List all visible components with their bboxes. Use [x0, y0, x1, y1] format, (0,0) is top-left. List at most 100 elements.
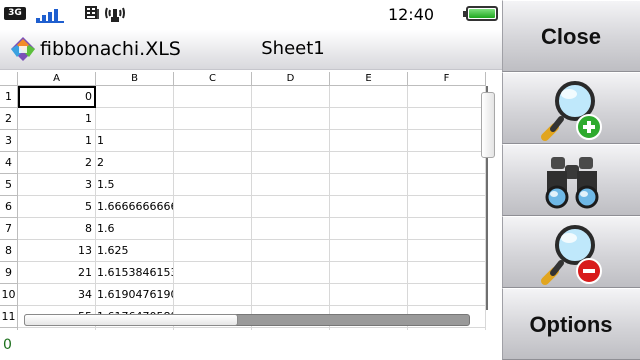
cell-a4[interactable]: 2 [18, 152, 96, 174]
spreadsheet-app-icon [10, 36, 36, 62]
spreadsheet-grid[interactable]: A B C D E F 1 0 2 1 3 1 1 4 2 2 5 3 1.5 6 5 1.666666666… [0, 72, 502, 330]
cell-d7[interactable] [252, 218, 330, 240]
cell-e3[interactable] [330, 130, 408, 152]
zoom-out-icon [541, 225, 602, 285]
cell-b7[interactable]: 1.6 [96, 218, 174, 240]
column-header-c[interactable]: C [174, 72, 252, 86]
cell-d4[interactable] [252, 152, 330, 174]
cell-c9[interactable] [174, 262, 252, 284]
horizontal-scrollbar-thumb[interactable] [24, 314, 238, 326]
sheet-name[interactable]: Sheet1 [252, 36, 334, 62]
cell-f1[interactable] [408, 86, 486, 108]
cell-f6[interactable] [408, 196, 486, 218]
cell-e4[interactable] [330, 152, 408, 174]
cell-e9[interactable] [330, 262, 408, 284]
cell-value-field[interactable]: 0 [3, 334, 43, 356]
column-header-d[interactable]: D [252, 72, 330, 86]
cell-b1[interactable] [96, 86, 174, 108]
cell-a5[interactable]: 3 [18, 174, 96, 196]
cell-a2[interactable]: 1 [18, 108, 96, 130]
column-header-b[interactable]: B [96, 72, 174, 86]
options-button-label: Options [529, 312, 613, 337]
cell-f2[interactable] [408, 108, 486, 130]
cell-b9[interactable]: 1.6153846153 [96, 262, 174, 284]
cell-e6[interactable] [330, 196, 408, 218]
row-header-1[interactable]: 1 [0, 86, 18, 108]
cell-e1[interactable] [330, 86, 408, 108]
row-header-10[interactable]: 10 [0, 284, 18, 306]
cell-c1[interactable] [174, 86, 252, 108]
cell-a7[interactable]: 8 [18, 218, 96, 240]
cell-a10[interactable]: 34 [18, 284, 96, 306]
column-header-f[interactable]: F [408, 72, 486, 86]
cell-a1[interactable]: 0 [18, 86, 96, 108]
cell-f5[interactable] [408, 174, 486, 196]
cell-c3[interactable] [174, 130, 252, 152]
zoom-out-button[interactable] [502, 216, 640, 288]
cell-d8[interactable] [252, 240, 330, 262]
row-header-6[interactable]: 6 [0, 196, 18, 218]
cell-d9[interactable] [252, 262, 330, 284]
cell-edit-bar[interactable]: 0 [0, 330, 502, 360]
cell-f4[interactable] [408, 152, 486, 174]
screen: { "status_bar": { "network_type": "3G", … [0, 0, 640, 360]
cell-a9[interactable]: 21 [18, 262, 96, 284]
cell-b8[interactable]: 1.625 [96, 240, 174, 262]
cell-d6[interactable] [252, 196, 330, 218]
row-header-8[interactable]: 8 [0, 240, 18, 262]
cell-e8[interactable] [330, 240, 408, 262]
cell-b3[interactable]: 1 [96, 130, 174, 152]
row-header-11[interactable]: 11 [0, 306, 18, 328]
cell-b10[interactable]: 1.6190476190 [96, 284, 174, 306]
options-button[interactable]: Options [502, 288, 640, 360]
cell-f3[interactable] [408, 130, 486, 152]
cell-b4[interactable]: 2 [96, 152, 174, 174]
column-header-e[interactable]: E [330, 72, 408, 86]
cell-c6[interactable] [174, 196, 252, 218]
cell-f8[interactable] [408, 240, 486, 262]
cell-d1[interactable] [252, 86, 330, 108]
zoom-in-button[interactable] [502, 72, 640, 144]
row-header-2[interactable]: 2 [0, 108, 18, 130]
file-name: fibbonachi.XLS [40, 38, 181, 60]
title-bar: fibbonachi.XLS Sheet1 [0, 30, 502, 70]
cell-d10[interactable] [252, 284, 330, 306]
cell-e2[interactable] [330, 108, 408, 130]
cell-a8[interactable]: 13 [18, 240, 96, 262]
cell-c7[interactable] [174, 218, 252, 240]
zoom-in-icon [541, 81, 602, 141]
cell-a6[interactable]: 5 [18, 196, 96, 218]
row-header-3[interactable]: 3 [0, 130, 18, 152]
cell-e10[interactable] [330, 284, 408, 306]
cell-f7[interactable] [408, 218, 486, 240]
cell-c2[interactable] [174, 108, 252, 130]
cell-c5[interactable] [174, 174, 252, 196]
column-header-a[interactable]: A [18, 72, 96, 86]
cell-f9[interactable] [408, 262, 486, 284]
cell-f10[interactable] [408, 284, 486, 306]
battery-icon [463, 6, 498, 21]
network-3g-icon: 3G [4, 7, 26, 20]
cell-d2[interactable] [252, 108, 330, 130]
cell-b5[interactable]: 1.5 [96, 174, 174, 196]
cell-e5[interactable] [330, 174, 408, 196]
cell-d3[interactable] [252, 130, 330, 152]
vertical-scrollbar-thumb[interactable] [481, 92, 495, 158]
cell-c10[interactable] [174, 284, 252, 306]
close-button[interactable]: Close [502, 0, 640, 72]
cell-b6[interactable]: 1.6666666666 [96, 196, 174, 218]
row-header-4[interactable]: 4 [0, 152, 18, 174]
cell-b2[interactable] [96, 108, 174, 130]
row-header-9[interactable]: 9 [0, 262, 18, 284]
cell-c4[interactable] [174, 152, 252, 174]
find-button[interactable] [502, 144, 640, 216]
cell-d5[interactable] [252, 174, 330, 196]
row-header-5[interactable]: 5 [0, 174, 18, 196]
cell-a3[interactable]: 1 [18, 130, 96, 152]
row-header-7[interactable]: 7 [0, 218, 18, 240]
cell-e7[interactable] [330, 218, 408, 240]
cell-c8[interactable] [174, 240, 252, 262]
wireless-icon [104, 4, 126, 24]
signal-strength-icon [36, 7, 64, 23]
grid-corner[interactable] [0, 72, 18, 86]
